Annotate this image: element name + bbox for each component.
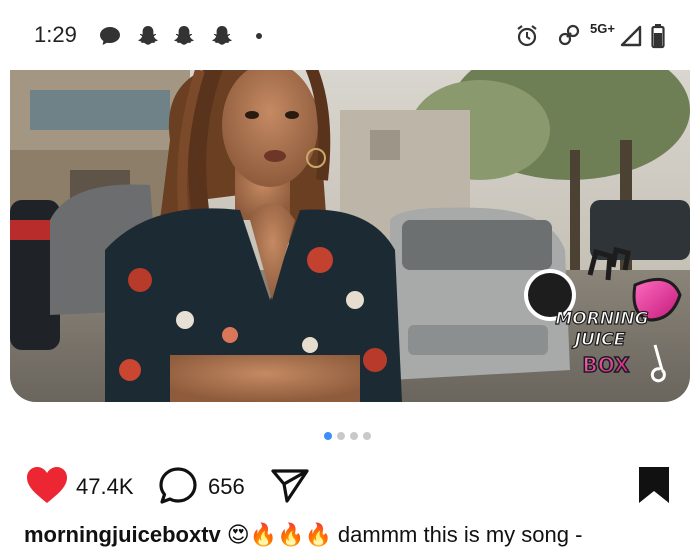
snapchat-icon bbox=[138, 26, 158, 45]
logo-line-2: JUICE bbox=[572, 330, 626, 350]
network-type: 5G+ bbox=[590, 21, 615, 36]
post-video[interactable]: MORNING JUICE BOX bbox=[10, 70, 690, 402]
comment-count[interactable]: 656 bbox=[208, 474, 245, 500]
share-send-icon[interactable] bbox=[270, 468, 310, 504]
more-notifications-dot bbox=[256, 33, 262, 39]
snapchat-icon bbox=[174, 26, 194, 45]
alarm-icon bbox=[517, 25, 537, 47]
carousel-dot bbox=[350, 432, 358, 440]
comment-icon[interactable] bbox=[158, 466, 198, 506]
status-time: 1:29 bbox=[34, 22, 77, 47]
carousel-dot-active bbox=[324, 432, 332, 440]
carousel-indicator bbox=[324, 432, 371, 440]
post-caption: morningjuiceboxtv 😍🔥🔥🔥 dammm this is my so… bbox=[24, 522, 582, 548]
link-icon bbox=[558, 24, 580, 46]
video-frame: MORNING JUICE BOX bbox=[10, 70, 690, 402]
save-bookmark-icon[interactable] bbox=[638, 466, 670, 504]
like-heart-icon[interactable] bbox=[26, 466, 68, 504]
messages-icon bbox=[100, 27, 120, 45]
caption-username[interactable]: morningjuiceboxtv bbox=[24, 522, 221, 547]
battery-icon bbox=[651, 24, 665, 49]
carousel-dot bbox=[337, 432, 345, 440]
caption-emojis: 😍🔥🔥🔥 bbox=[226, 522, 332, 547]
logo-line-3: BOX bbox=[583, 353, 631, 377]
logo-line-1: MORNING bbox=[555, 309, 648, 329]
status-bar: 1:29 5G+ bbox=[0, 0, 700, 70]
carousel-dot bbox=[363, 432, 371, 440]
snapchat-icon bbox=[212, 26, 232, 45]
like-count[interactable]: 47.4K bbox=[76, 474, 134, 500]
signal-icon bbox=[620, 25, 642, 47]
caption-text: dammm this is my song - bbox=[337, 522, 583, 547]
